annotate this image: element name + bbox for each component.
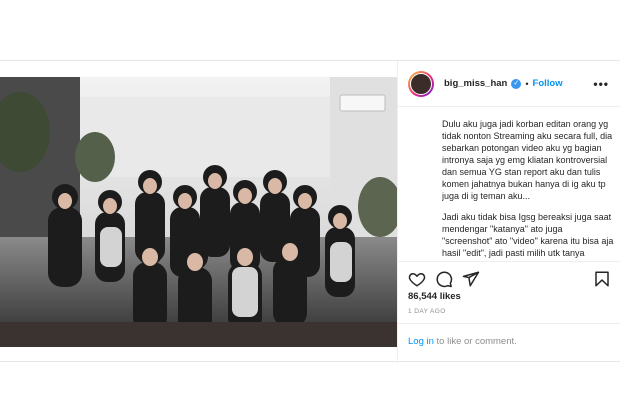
post-sidebar: big_miss_han ✓ • Follow ••• Dulu aku jug… — [397, 61, 620, 363]
login-prompt: Log in to like or comment. — [398, 323, 620, 363]
post-header: big_miss_han ✓ • Follow ••• — [398, 61, 620, 107]
username-link[interactable]: big_miss_han — [444, 78, 507, 89]
caption-paragraph: Jadi aku tidak bisa Igsg bereaksi juga s… — [442, 212, 614, 258]
instagram-post: big_miss_han ✓ • Follow ••• Dulu aku jug… — [0, 60, 620, 363]
more-options-icon[interactable]: ••• — [593, 77, 609, 91]
share-icon[interactable] — [462, 270, 480, 288]
bookmark-icon[interactable] — [593, 270, 611, 288]
action-bar — [398, 261, 620, 293]
comment-icon[interactable] — [435, 270, 453, 288]
login-link[interactable]: Log in — [408, 336, 434, 347]
follow-button[interactable]: Follow — [533, 78, 563, 89]
avatar-image — [410, 72, 432, 95]
heart-icon[interactable] — [408, 270, 426, 288]
separator-dot: • — [525, 78, 529, 89]
post-timestamp[interactable]: 1 DAY AGO — [408, 308, 446, 315]
post-photo[interactable] — [0, 77, 397, 347]
avatar[interactable] — [408, 70, 434, 97]
caption-paragraph: Dulu aku juga jadi korban editan orang y… — [442, 119, 613, 201]
login-prompt-text: to like or comment. — [433, 336, 517, 347]
post-caption: Dulu aku juga jadi korban editan orang y… — [442, 109, 614, 261]
verified-badge-icon: ✓ — [511, 78, 522, 89]
group-photo-image — [0, 77, 397, 347]
likes-count[interactable]: 86,544 likes — [408, 291, 461, 302]
